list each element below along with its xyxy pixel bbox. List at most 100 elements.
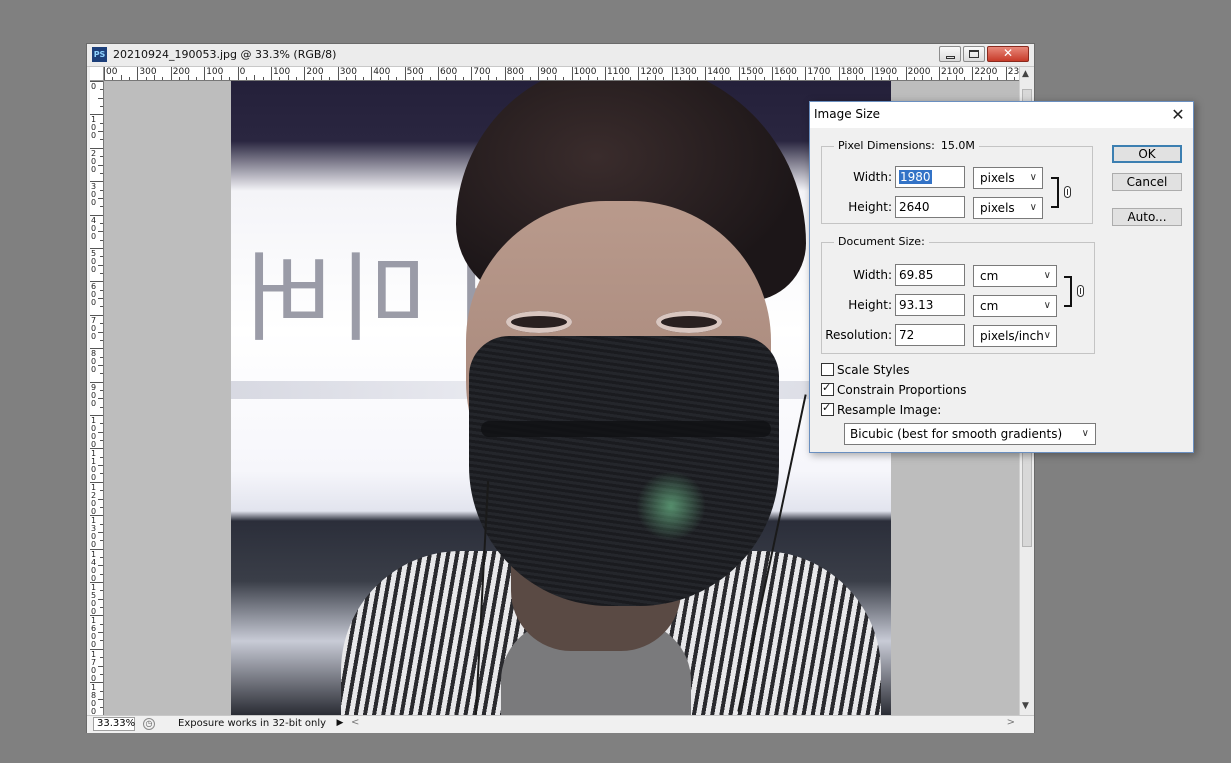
ruler-minor-tick — [100, 523, 103, 525]
scroll-right-icon[interactable]: > — [1007, 717, 1015, 728]
resample-image-checkbox[interactable] — [821, 401, 834, 416]
scroll-left-icon[interactable]: < — [351, 717, 359, 728]
status-message: Exposure works in 32-bit only — [178, 718, 327, 729]
scroll-up-icon[interactable]: ▲ — [1022, 69, 1029, 79]
maximize-icon — [969, 50, 979, 58]
ruler-minor-tick — [100, 473, 103, 475]
ruler-minor-tick — [100, 189, 103, 191]
horizontal-ruler[interactable]: 00 300 200 100 0 100 200 300 400 500 600 700 800 900 1… — [104, 67, 1019, 81]
document-titlebar[interactable]: PS 20210924_190053.jpg @ 33.3% (RGB/8) ✕ — [87, 44, 1034, 67]
vertical-ruler[interactable]: 0 100 200 300 400 500 600 700 800 900 1000 1100 1200… — [90, 81, 104, 715]
ruler-minor-tick — [100, 590, 103, 592]
resolution-input[interactable]: 72 — [895, 324, 965, 346]
dialog-titlebar[interactable]: Image Size ✕ — [810, 102, 1193, 128]
pixel-width-input[interactable]: 1980 — [895, 166, 965, 188]
ruler-minor-tick — [454, 75, 456, 80]
constrain-proportions-option[interactable]: Constrain Proportions — [821, 381, 967, 398]
ruler-minor-tick — [98, 465, 103, 467]
ruler-minor-tick — [680, 77, 682, 80]
ruler-minor-tick — [100, 206, 103, 208]
pixel-height-unit-select[interactable]: pixels ∨ — [973, 197, 1043, 219]
photo-image[interactable]: 음ㅓ미버 — [231, 81, 891, 715]
ruler-minor-tick — [346, 77, 348, 80]
doc-height-input[interactable]: 93.13 — [895, 294, 965, 316]
cancel-button[interactable]: Cancel — [1112, 173, 1182, 191]
scroll-down-icon[interactable]: ▼ — [1022, 701, 1029, 711]
ruler-tick — [471, 67, 473, 80]
ruler-minor-tick — [98, 231, 103, 233]
ruler-label: 1500 — [740, 67, 764, 77]
maximize-button[interactable] — [963, 46, 985, 62]
doc-height-unit-select[interactable]: cm ∨ — [973, 295, 1057, 317]
pixel-width-unit-select[interactable]: pixels ∨ — [973, 167, 1043, 189]
pixel-height-label: Height: — [848, 200, 892, 214]
ruler-minor-tick — [100, 156, 103, 158]
ruler-minor-tick — [100, 339, 103, 341]
ruler-origin[interactable] — [90, 67, 104, 81]
ruler-label: 2300 — [1007, 67, 1019, 77]
pixel-width-label: Width: — [853, 170, 892, 184]
scale-styles-checkbox[interactable] — [821, 363, 834, 376]
ruler-minor-tick — [287, 75, 289, 80]
resample-image-option[interactable]: Resample Image: — [821, 401, 942, 418]
status-bar: 33.33% ◷ Exposure works in 32-bit only ▶… — [87, 715, 1034, 733]
chevron-down-icon: ∨ — [1029, 172, 1037, 183]
ruler-minor-tick — [763, 77, 765, 80]
resample-image-label: Resample Image: — [837, 403, 942, 417]
ruler-minor-tick — [554, 75, 556, 80]
ruler-minor-tick — [100, 440, 103, 442]
pixel-link-bracket — [1051, 177, 1059, 208]
ruler-minor-tick — [621, 75, 623, 80]
ruler-minor-tick — [112, 77, 114, 80]
ruler-minor-tick — [220, 75, 222, 80]
ruler-minor-tick — [955, 75, 957, 80]
ruler-minor-tick — [813, 77, 815, 80]
scale-styles-option[interactable]: Scale Styles — [821, 362, 910, 378]
dialog-close-icon[interactable]: ✕ — [1165, 104, 1191, 126]
minimize-button[interactable] — [939, 46, 961, 62]
ruler-minor-tick — [98, 97, 103, 99]
ruler-minor-tick — [100, 389, 103, 391]
auto-button[interactable]: Auto... — [1112, 208, 1182, 226]
ruler-tick — [137, 67, 139, 80]
ruler-minor-tick — [463, 77, 465, 80]
status-menu-arrow-icon[interactable]: ▶ — [334, 716, 346, 731]
ok-button[interactable]: OK — [1112, 145, 1182, 163]
chevron-down-icon: ∨ — [1043, 300, 1051, 311]
photoshop-icon: PS — [92, 47, 107, 62]
zoom-field[interactable]: 33.33% — [93, 717, 135, 731]
ruler-minor-tick — [279, 77, 281, 80]
ruler-minor-tick — [596, 77, 598, 80]
chain-link-icon — [1077, 285, 1084, 297]
ruler-minor-tick — [613, 77, 615, 80]
ruler-minor-tick — [162, 77, 164, 80]
ruler-minor-tick — [947, 77, 949, 80]
ruler-minor-tick — [721, 75, 723, 80]
ruler-minor-tick — [98, 431, 103, 433]
ruler-minor-tick — [855, 75, 857, 80]
resample-method-select[interactable]: Bicubic (best for smooth gradients) ∨ — [844, 423, 1096, 445]
ruler-minor-tick — [100, 640, 103, 642]
resolution-unit-select[interactable]: pixels/inch ∨ — [973, 325, 1057, 347]
status-info-icon[interactable]: ◷ — [143, 718, 155, 730]
ruler-minor-tick — [98, 698, 103, 700]
ruler-minor-tick — [98, 197, 103, 199]
pixel-height-value: 2640 — [899, 200, 930, 214]
horizontal-scrollbar[interactable]: < > — [349, 717, 1017, 731]
constrain-proportions-checkbox[interactable] — [821, 381, 834, 396]
ruler-label: 1500 — [91, 583, 97, 616]
ruler-minor-tick — [98, 665, 103, 667]
pixel-height-input[interactable]: 2640 — [895, 196, 965, 218]
constrain-proportions-label: Constrain Proportions — [837, 383, 967, 397]
ruler-minor-tick — [100, 306, 103, 308]
ruler-tick — [204, 67, 206, 80]
doc-width-unit-select[interactable]: cm ∨ — [973, 265, 1057, 287]
ruler-minor-tick — [98, 398, 103, 400]
ruler-minor-tick — [396, 77, 398, 80]
doc-width-input[interactable]: 69.85 — [895, 264, 965, 286]
ruler-minor-tick — [100, 139, 103, 141]
ruler-label: 1400 — [91, 549, 97, 583]
close-button[interactable]: ✕ — [987, 46, 1029, 62]
pixel-dimensions-value: 15.0M — [940, 139, 975, 152]
ruler-minor-tick — [646, 77, 648, 80]
